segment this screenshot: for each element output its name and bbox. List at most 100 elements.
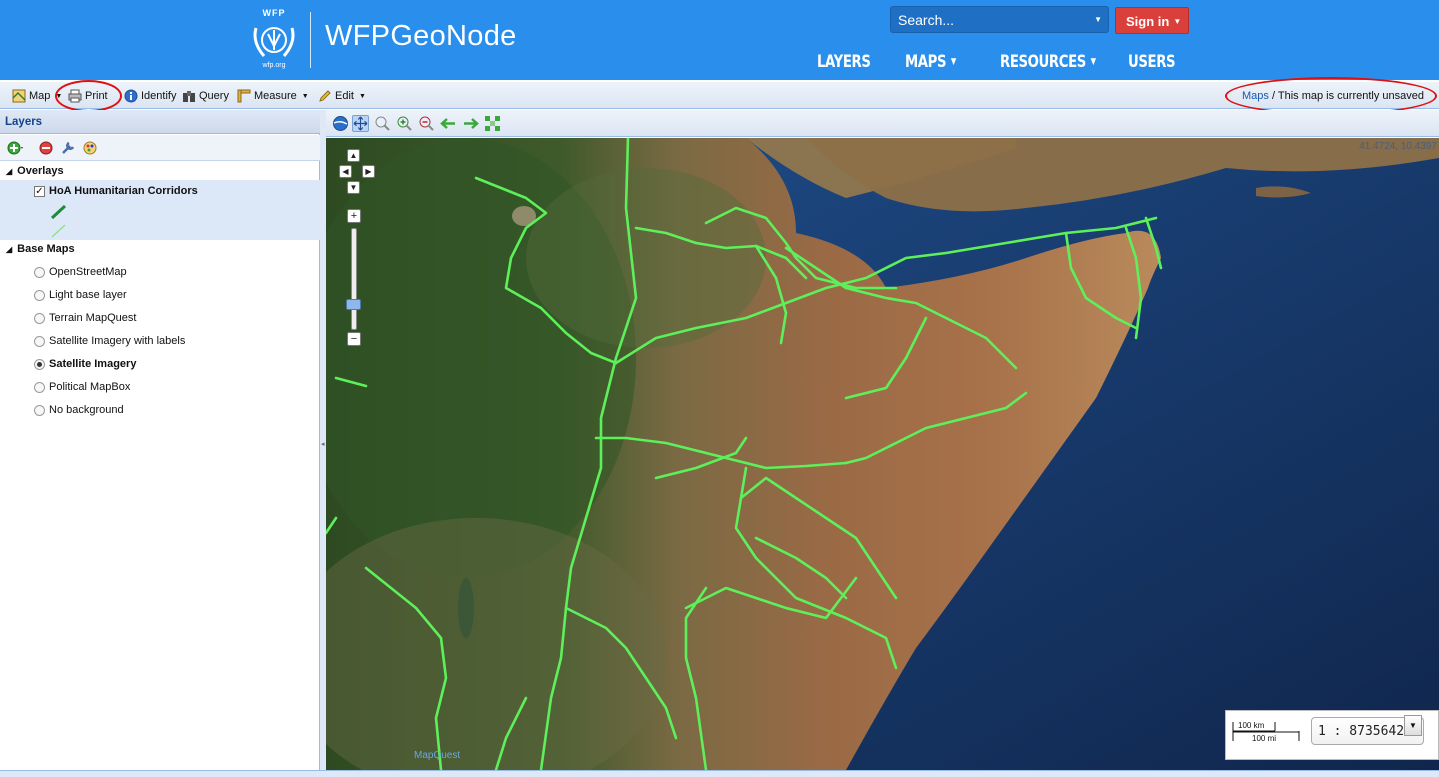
query-button[interactable]: Query bbox=[182, 87, 229, 105]
wfp-logo[interactable]: WFP wfp.org bbox=[246, 8, 302, 72]
zoom-in-icon[interactable] bbox=[396, 115, 413, 132]
basemap-light[interactable]: Light base layer bbox=[34, 286, 127, 304]
chevron-down-icon: ▼ bbox=[358, 92, 366, 100]
identify-button[interactable]: Identify bbox=[124, 87, 176, 105]
measure-label: Measure bbox=[254, 90, 297, 102]
nav-maps[interactable]: MAPS ▼ bbox=[905, 52, 956, 72]
basemap-political[interactable]: Political MapBox bbox=[34, 378, 130, 396]
zoom-slider-track[interactable] bbox=[351, 228, 357, 330]
zoom-out-icon[interactable] bbox=[418, 115, 435, 132]
back-arrow-icon[interactable] bbox=[440, 115, 457, 132]
basemap-radio[interactable] bbox=[34, 404, 45, 416]
wrench-icon[interactable] bbox=[60, 140, 76, 156]
expand-triangle-icon[interactable]: ◢ bbox=[6, 245, 12, 254]
logo-bottom-text: wfp.org bbox=[262, 62, 286, 69]
query-label: Query bbox=[199, 90, 229, 102]
base-maps-label: Base Maps bbox=[17, 243, 75, 255]
brand-title[interactable]: WFPGeoNode bbox=[325, 20, 517, 53]
zoom-extent-icon[interactable] bbox=[484, 115, 501, 132]
map-viewport[interactable]: 41.4724, 10.4397 ▲ ◀ ▶ ▼ + − MapQuest 10… bbox=[326, 138, 1439, 770]
satellite-basemap bbox=[326, 138, 1439, 770]
expand-triangle-icon[interactable]: ◢ bbox=[6, 167, 12, 176]
measure-button[interactable]: Measure ▼ bbox=[237, 87, 309, 105]
sign-in-button[interactable]: Sign in ▼ bbox=[1115, 7, 1189, 34]
coordinate-readout: 41.4724, 10.4397 bbox=[1359, 141, 1437, 152]
chevron-down-icon[interactable]: ▼ bbox=[1094, 15, 1102, 24]
chevron-down-icon: ▼ bbox=[1173, 17, 1182, 26]
layers-panel: Layers ◢ Overlays ✓ HoA Humanitarian Corr… bbox=[0, 110, 320, 770]
map-tools-bar bbox=[326, 110, 1439, 137]
nav-label: LAYERS bbox=[817, 52, 871, 72]
identify-label: Identify bbox=[141, 90, 177, 102]
zoom-out-button[interactable]: − bbox=[347, 332, 361, 346]
basemap-openstreetmap[interactable]: OpenStreetMap bbox=[34, 263, 127, 281]
basemap-label: Terrain MapQuest bbox=[49, 312, 137, 324]
ruler-icon bbox=[237, 89, 251, 103]
collapse-arrow-icon[interactable]: ◂ bbox=[321, 440, 325, 448]
add-layer-icon[interactable] bbox=[7, 140, 23, 156]
search-box[interactable]: ▼ bbox=[890, 6, 1109, 33]
nav-users[interactable]: USERS bbox=[1128, 52, 1176, 72]
basemap-radio[interactable] bbox=[34, 335, 45, 347]
basemap-satellite[interactable]: Satellite Imagery bbox=[34, 355, 136, 373]
pan-down-button[interactable]: ▼ bbox=[347, 181, 360, 194]
zoom-box-icon[interactable] bbox=[374, 115, 391, 132]
overlay-layer-item[interactable]: ✓ HoA Humanitarian Corridors bbox=[34, 182, 198, 200]
pan-right-button[interactable]: ▶ bbox=[362, 165, 375, 178]
remove-layer-icon[interactable] bbox=[38, 140, 54, 156]
search-input[interactable] bbox=[891, 7, 1087, 32]
basemap-radio[interactable] bbox=[34, 312, 45, 324]
status-bar bbox=[0, 770, 1439, 777]
scale-mi-label: 100 mi bbox=[1252, 734, 1277, 743]
basemap-radio-selected[interactable] bbox=[34, 358, 45, 370]
zoom-slider-thumb[interactable] bbox=[346, 299, 361, 310]
basemap-terrain[interactable]: Terrain MapQuest bbox=[34, 309, 136, 327]
sign-in-label: Sign in bbox=[1126, 14, 1170, 29]
palette-icon[interactable] bbox=[82, 140, 98, 156]
overlays-label: Overlays bbox=[17, 165, 64, 177]
binoculars-icon bbox=[183, 91, 195, 102]
annotation-ellipse-print bbox=[55, 80, 122, 112]
layers-panel-title: Layers bbox=[0, 110, 320, 134]
wfp-wreath-icon bbox=[253, 27, 295, 57]
basemap-none[interactable]: No background bbox=[34, 401, 124, 419]
chevron-down-icon: ▼ bbox=[301, 92, 309, 100]
basemap-radio[interactable] bbox=[34, 266, 45, 278]
overlays-group[interactable]: ◢ Overlays bbox=[0, 162, 320, 181]
overlay-layer-row[interactable]: ✓ HoA Humanitarian Corridors bbox=[0, 180, 320, 240]
basemap-label: OpenStreetMap bbox=[49, 266, 127, 278]
pan-up-button[interactable]: ▲ bbox=[347, 149, 360, 162]
layer-visibility-checkbox[interactable]: ✓ bbox=[34, 185, 45, 197]
scale-km-label: 100 km bbox=[1238, 721, 1265, 730]
basemap-radio[interactable] bbox=[34, 289, 45, 301]
chevron-down-icon[interactable]: ▼ bbox=[1404, 715, 1422, 736]
nav-label: RESOURCES bbox=[1000, 52, 1086, 72]
map-attribution[interactable]: MapQuest bbox=[414, 750, 460, 761]
nav-layers[interactable]: LAYERS bbox=[817, 52, 871, 72]
chevron-down-icon: ▼ bbox=[950, 57, 956, 67]
basemap-label: Satellite Imagery bbox=[49, 358, 137, 370]
edit-label: Edit bbox=[335, 90, 354, 102]
pencil-icon bbox=[319, 90, 331, 102]
edit-button[interactable]: Edit ▼ bbox=[318, 87, 366, 105]
legend-line-icon bbox=[50, 204, 67, 238]
chevron-down-icon: ▼ bbox=[1090, 57, 1096, 67]
globe-icon[interactable] bbox=[332, 115, 349, 132]
scale-widget: 100 km 100 mi 1 : 8735642 ▼ bbox=[1225, 710, 1439, 760]
map-menu-label: Map bbox=[29, 90, 51, 102]
nav-label: MAPS bbox=[905, 52, 947, 72]
zoom-in-button[interactable]: + bbox=[347, 209, 361, 223]
basemap-label: No background bbox=[49, 404, 124, 416]
pan-left-button[interactable]: ◀ bbox=[339, 165, 352, 178]
forward-arrow-icon[interactable] bbox=[462, 115, 479, 132]
pan-icon[interactable] bbox=[352, 115, 369, 132]
basemap-radio[interactable] bbox=[34, 381, 45, 393]
base-maps-group[interactable]: ◢ Base Maps bbox=[0, 240, 320, 259]
nav-resources[interactable]: RESOURCES ▼ bbox=[1000, 52, 1096, 72]
app-header: WFP wfp.org WFPGeoNode ▼ Sign in▼ LAYERS… bbox=[0, 0, 1439, 80]
layers-panel-tools bbox=[0, 135, 320, 161]
map-icon bbox=[12, 89, 26, 103]
basemap-satellite-labels[interactable]: Satellite Imagery with labels bbox=[34, 332, 185, 350]
basemap-label: Political MapBox bbox=[49, 381, 131, 393]
nav-label: USERS bbox=[1128, 52, 1176, 72]
